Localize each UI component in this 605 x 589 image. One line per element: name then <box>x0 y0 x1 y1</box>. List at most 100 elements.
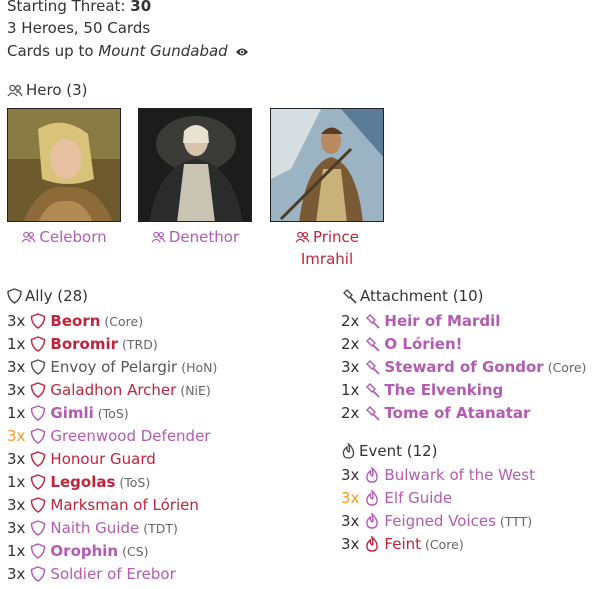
hero-portrait-celeborn[interactable] <box>7 108 121 222</box>
card-set: (ToS) <box>119 475 151 490</box>
card-name-link[interactable]: Gimli <box>50 404 93 422</box>
card-row[interactable]: 3x Galadhon Archer (NiE) <box>7 379 211 402</box>
hero-name-line2: Imrahil <box>300 250 354 268</box>
card-name-link[interactable]: Heir of Mardil <box>384 312 500 330</box>
card-row[interactable]: 3x Bulwark of the West <box>341 464 535 487</box>
card-name-link[interactable]: Legolas <box>50 473 115 491</box>
flame-icon <box>342 441 355 459</box>
card-quantity: 3x <box>7 312 26 330</box>
hero-link-denethor[interactable]: Denethor <box>138 226 252 248</box>
ally-section-title: Ally (28) <box>25 287 89 305</box>
card-row[interactable]: 3x Soldier of Erebor <box>7 563 176 586</box>
card-name-link[interactable]: Marksman of Lórien <box>50 496 198 514</box>
card-name-link[interactable]: Tome of Atanatar <box>384 404 530 422</box>
card-name-link[interactable]: Elf Guide <box>384 489 452 507</box>
card-row[interactable]: 3x Marksman of Lórien <box>7 494 199 517</box>
card-quantity: 1x <box>341 381 360 399</box>
hammer-icon <box>364 382 381 398</box>
card-set: (Core) <box>425 537 464 552</box>
card-row[interactable]: 3x Beorn (Core) <box>7 310 143 333</box>
card-quantity: 3x <box>7 565 26 583</box>
card-row[interactable]: 1x The Elvenking <box>341 379 503 402</box>
tactics-sphere-icon <box>295 231 310 243</box>
hero-name-line1: Prince <box>312 228 360 246</box>
card-quantity: 2x <box>341 312 360 330</box>
card-quantity: 2x <box>341 404 360 422</box>
eye-icon[interactable] <box>235 43 249 63</box>
hero-section-header: Hero (3) <box>7 80 88 100</box>
card-quantity: 3x <box>341 358 360 376</box>
card-row[interactable]: 1x Gimli (ToS) <box>7 402 129 425</box>
hammer-icon <box>364 359 381 375</box>
card-name-link[interactable]: The Elvenking <box>384 381 503 399</box>
card-name-link[interactable]: Feint <box>384 535 421 553</box>
cards-up-to-set: Mount Gundabad <box>98 42 228 60</box>
card-name-link[interactable]: Beorn <box>50 312 100 330</box>
card-quantity: 3x <box>7 427 26 445</box>
card-row[interactable]: 3x Honour Guard <box>7 448 156 471</box>
card-name-link[interactable]: Orophin <box>50 542 118 560</box>
card-row[interactable]: 3x Envoy of Pelargir (HoN) <box>7 356 217 379</box>
hammer-icon <box>343 289 357 304</box>
card-name-link[interactable]: Galadhon Archer <box>50 381 176 399</box>
hero-name: Celeborn <box>39 228 107 246</box>
card-set: (TTT) <box>499 514 533 529</box>
starting-threat: Starting Threat: 30 <box>7 0 151 16</box>
attachment-section-header: Attachment (10) <box>341 286 484 306</box>
card-quantity: 3x <box>7 450 26 468</box>
card-name-link[interactable]: Honour Guard <box>50 450 155 468</box>
card-quantity: 3x <box>7 358 26 376</box>
card-row[interactable]: 3x Feint (Core) <box>341 533 464 556</box>
hero-portrait-prince-imrahil[interactable] <box>270 108 384 222</box>
card-name-link[interactable]: Envoy of Pelargir <box>50 358 177 376</box>
card-set: (ToS) <box>97 406 129 421</box>
cards-up-to: Cards up to Mount Gundabad <box>7 41 249 63</box>
card-name-link[interactable]: Greenwood Defender <box>50 427 210 445</box>
card-row[interactable]: 2x O Lórien! <box>341 333 463 356</box>
card-row[interactable]: 3x Steward of Gondor (Core) <box>341 356 586 379</box>
card-row[interactable]: 3x Elf Guide <box>341 487 452 510</box>
hero-portrait-denethor[interactable] <box>138 108 252 222</box>
card-set: (Core) <box>547 360 587 375</box>
card-name-link[interactable]: Soldier of Erebor <box>50 565 175 583</box>
card-row[interactable]: 1x Boromir (TRD) <box>7 333 158 356</box>
shield-icon <box>30 497 46 513</box>
hero-name: Denethor <box>168 228 240 246</box>
card-name-link[interactable]: Steward of Gondor <box>384 358 543 376</box>
card-name-link[interactable]: O Lórien! <box>384 335 462 353</box>
card-set: (NiE) <box>180 383 211 398</box>
card-name-link[interactable]: Naith Guide <box>50 519 139 537</box>
card-quantity: 2x <box>341 335 360 353</box>
card-set: (Core) <box>104 314 144 329</box>
card-quantity: 3x <box>7 496 26 514</box>
card-row[interactable]: 2x Tome of Atanatar <box>341 402 530 425</box>
shield-icon <box>30 405 46 421</box>
card-name-link[interactable]: Feigned Voices <box>384 512 495 530</box>
shield-icon <box>30 359 46 375</box>
card-row[interactable]: 2x Heir of Mardil <box>341 310 500 333</box>
hero-link-prince-imrahil[interactable]: Prince Imrahil <box>270 226 384 270</box>
lore-sphere-icon <box>151 231 166 243</box>
shield-icon <box>30 313 46 329</box>
card-row[interactable]: 3x Naith Guide (TDT) <box>7 517 178 540</box>
card-name-link[interactable]: Bulwark of the West <box>384 466 535 484</box>
hero-link-celeborn[interactable]: Celeborn <box>7 226 121 248</box>
starting-threat-label: Starting Threat: <box>7 0 126 15</box>
shield-icon <box>30 451 46 467</box>
card-row[interactable]: 3x Feigned Voices (TTT) <box>341 510 532 533</box>
shield-icon <box>30 520 46 536</box>
card-name-link[interactable]: Boromir <box>50 335 118 353</box>
card-quantity: 1x <box>7 404 26 422</box>
shield-icon <box>30 543 46 559</box>
card-set: (HoN) <box>181 360 218 375</box>
card-row[interactable]: 1x Orophin (CS) <box>7 540 149 563</box>
lore-sphere-icon <box>21 231 36 243</box>
flame-icon <box>364 465 380 483</box>
card-row[interactable]: 1x Legolas (ToS) <box>7 471 150 494</box>
shield-icon <box>30 566 46 582</box>
event-section-title: Event (12) <box>359 442 438 460</box>
card-row[interactable]: 3x Greenwood Defender <box>7 425 210 448</box>
card-quantity: 1x <box>7 473 26 491</box>
event-section-header: Event (12) <box>341 441 438 461</box>
card-quantity: 3x <box>7 381 26 399</box>
